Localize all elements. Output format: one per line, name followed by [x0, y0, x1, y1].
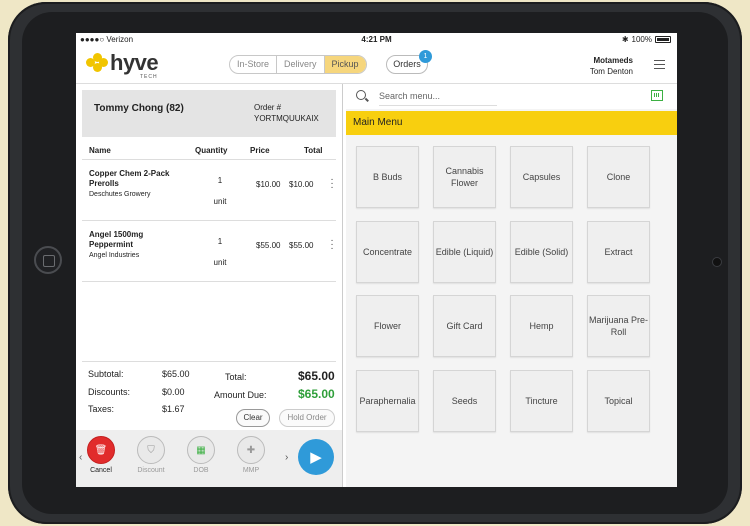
cart-table-header: Name Quantity Price Total — [82, 143, 336, 160]
logo-subtitle: TECH — [140, 74, 158, 80]
search-input[interactable] — [379, 87, 497, 106]
store-name: Motameds — [593, 56, 633, 65]
dob-button[interactable]: ▦ DOB — [184, 436, 218, 474]
trash-icon: 🗑 — [87, 436, 115, 464]
line-total: $10.00 — [289, 180, 314, 189]
subtotal-value: $65.00 — [162, 369, 190, 379]
mode-delivery[interactable]: Delivery — [277, 56, 325, 73]
category-tile[interactable]: Concentrate — [356, 220, 419, 283]
mmp-button[interactable]: ✚ MMP — [234, 436, 268, 474]
category-tile[interactable]: Edible (Solid) — [510, 220, 573, 283]
unit-price: $10.00 — [256, 180, 281, 189]
medical-bag-icon: ✚ — [237, 436, 265, 464]
menu-icon[interactable] — [654, 60, 665, 69]
play-icon: ▶ — [310, 449, 322, 466]
battery-percent: 100% — [631, 35, 652, 44]
orders-count-badge: 1 — [419, 50, 432, 63]
search-bar — [346, 84, 677, 109]
cancel-button[interactable]: 🗑 Cancel — [84, 436, 118, 474]
logo-mark-icon — [86, 53, 108, 73]
proceed-button[interactable]: ▶ — [298, 439, 334, 475]
table-row[interactable]: Copper Chem 2-Pack Prerolls Deschutes Gr… — [82, 160, 336, 221]
battery-icon — [655, 36, 671, 43]
clock: 4:21 PM — [361, 35, 392, 44]
subtotal-label: Subtotal: — [88, 369, 124, 379]
product-name: Angel 1500mg Peppermint — [89, 230, 144, 249]
hold-order-button[interactable]: Hold Order — [279, 409, 335, 427]
action-bar: ‹ 🗑 Cancel ⛉ Discount ▦ DOB ✚ MMP › ▶ — [76, 430, 342, 487]
discounts-value: $0.00 — [162, 387, 185, 397]
clear-button[interactable]: Clear — [236, 409, 270, 427]
menu-panel: Main Menu B BudsCannabis FlowerCapsulesC… — [346, 84, 677, 487]
quantity-value[interactable]: 1 unit — [210, 231, 230, 273]
total-label: Total: — [225, 372, 247, 382]
tag-icon: ⛉ — [137, 436, 165, 464]
user-name: Tom Denton — [589, 67, 633, 76]
category-tile[interactable]: Tincture — [510, 369, 573, 432]
category-tile[interactable]: Extract — [587, 220, 650, 283]
cart-panel: Tommy Chong (82) Order # YORTMQUUKAIX Na… — [76, 84, 343, 487]
screen: ●●●●○ Verizon 4:21 PM ✱ 100% hyve TECH I… — [76, 33, 677, 487]
category-tile[interactable]: Marijuana Pre-Roll — [587, 295, 650, 357]
order-mode-selector: In-Store Delivery Pickup — [229, 55, 367, 74]
amount-due-label: Amount Due: — [214, 390, 267, 400]
category-tile[interactable]: Gift Card — [433, 295, 496, 357]
logo-wordmark: hyve — [110, 50, 159, 75]
search-icon[interactable] — [356, 90, 366, 100]
battery-status: ✱ 100% — [622, 35, 671, 44]
discount-button[interactable]: ⛉ Discount — [134, 436, 168, 474]
hyve-logo: hyve TECH — [86, 50, 159, 80]
category-tile[interactable]: Capsules — [510, 146, 573, 208]
total-value: $65.00 — [298, 369, 335, 383]
product-vendor: Angel Industries — [89, 252, 140, 259]
quantity-value[interactable]: 1 unit — [210, 170, 230, 212]
category-tile[interactable]: Cannabis Flower — [433, 146, 496, 208]
table-row[interactable]: Angel 1500mg Peppermint Angel Industries… — [82, 221, 336, 282]
col-quantity: Quantity — [195, 146, 228, 155]
account-info: Motameds Tom Denton — [590, 55, 633, 77]
unit-price: $55.00 — [256, 241, 281, 250]
discounts-label: Discounts: — [88, 387, 131, 397]
bluetooth-icon: ✱ — [621, 35, 629, 44]
col-total: Total — [304, 146, 323, 155]
calendar-icon: ▦ — [187, 436, 215, 464]
line-total: $55.00 — [289, 241, 314, 250]
category-tile[interactable]: Topical — [587, 369, 650, 432]
product-name: Copper Chem 2-Pack Prerolls — [89, 169, 170, 188]
mode-pickup[interactable]: Pickup — [324, 56, 366, 73]
status-bar: ●●●●○ Verizon 4:21 PM ✱ 100% — [76, 33, 677, 47]
order-number-label: Order # — [254, 103, 282, 112]
col-name: Name — [89, 146, 111, 155]
order-number: YORTMQUUKAIX — [254, 114, 319, 123]
col-price: Price — [250, 146, 270, 155]
more-options-icon[interactable]: · · · — [329, 236, 335, 254]
home-button[interactable] — [34, 246, 62, 274]
category-tile[interactable]: Edible (Liquid) — [433, 220, 496, 283]
amount-due-value: $65.00 — [298, 387, 335, 401]
order-summary: Subtotal: $65.00 Discounts: $0.00 Taxes:… — [82, 361, 336, 430]
taxes-label: Taxes: — [88, 404, 115, 414]
category-tile[interactable]: Flower — [356, 295, 419, 357]
camera-lens — [712, 257, 722, 267]
mode-in-store[interactable]: In-Store — [230, 56, 278, 73]
customer-name: Tommy Chong (82) — [94, 103, 184, 114]
product-vendor: Deschutes Growery — [89, 191, 151, 198]
menu-title: Main Menu — [346, 111, 677, 135]
scroll-right-icon[interactable]: › — [285, 452, 288, 463]
category-tile[interactable]: Hemp — [510, 295, 573, 357]
more-options-icon[interactable]: · · · — [329, 175, 335, 193]
taxes-value: $1.67 — [162, 404, 185, 414]
scroll-left-icon[interactable]: ‹ — [79, 452, 82, 463]
category-tile[interactable]: B Buds — [356, 146, 419, 208]
category-tile[interactable]: Seeds — [433, 369, 496, 432]
app-header: hyve TECH In-Store Delivery Pickup Order… — [76, 47, 677, 84]
category-tile[interactable]: Paraphernalia — [356, 369, 419, 432]
category-tile[interactable]: Clone — [587, 146, 650, 208]
barcode-scan-icon[interactable] — [651, 90, 663, 101]
customer-card[interactable]: Tommy Chong (82) Order # YORTMQUUKAIX — [82, 90, 336, 137]
